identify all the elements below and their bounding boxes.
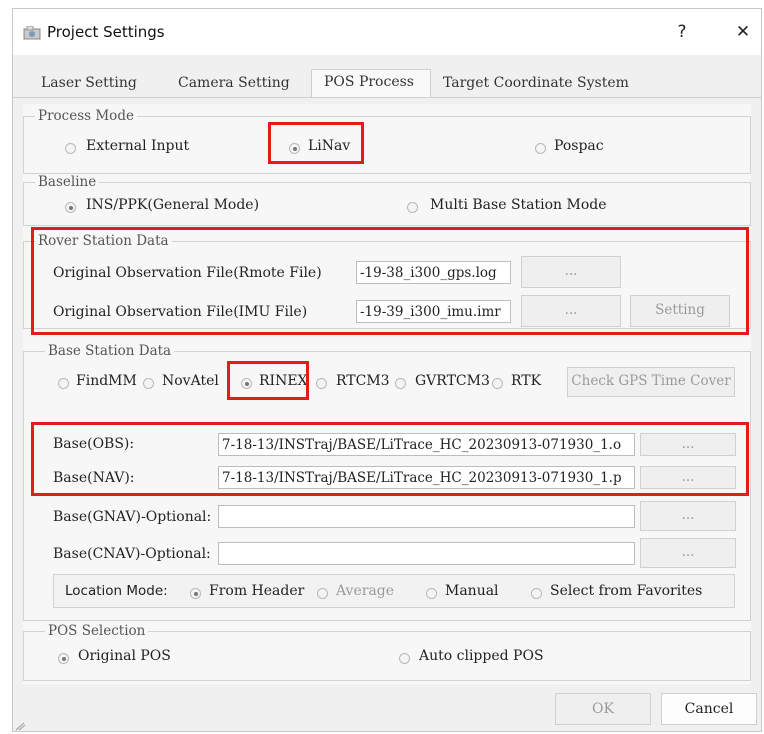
dialog-title: Project Settings xyxy=(47,23,165,41)
radio-select-favorites[interactable] xyxy=(531,588,542,599)
rinex-label: RINEX xyxy=(259,373,308,389)
tab-target-coordinate-system[interactable]: Target Coordinate System xyxy=(443,75,629,91)
radio-external-input[interactable] xyxy=(65,143,76,154)
base-obs-browse-button[interactable]: ... xyxy=(640,433,736,456)
gvrtcm3-label: GVRTCM3 xyxy=(415,373,490,389)
app-icon xyxy=(23,26,41,40)
resize-grip-icon[interactable] xyxy=(15,721,27,731)
base-obs-field[interactable]: 7-18-13/INSTraj/BASE/LiTrace_HC_20230913… xyxy=(218,433,635,456)
project-settings-dialog: Project Settings ? ✕ Laser Setting Camer… xyxy=(12,8,762,732)
tab-strip: Laser Setting Camera Setting POS Process… xyxy=(13,69,761,98)
auto-clipped-pos-label: Auto clipped POS xyxy=(419,648,544,664)
check-gps-time-cover-button[interactable]: Check GPS Time Cover xyxy=(567,367,735,397)
rover-obs-browse-button[interactable]: ... xyxy=(521,256,621,288)
findmm-label: FindMM xyxy=(76,373,137,389)
radio-from-header[interactable] xyxy=(190,588,201,599)
radio-rtcm3[interactable] xyxy=(316,378,327,389)
radio-manual[interactable] xyxy=(426,588,437,599)
location-mode-label: Location Mode: xyxy=(65,583,168,599)
pos-process-panel: Process Mode External Input LiNav Pospac… xyxy=(23,104,751,684)
base-cnav-label: Base(CNAV)-Optional: xyxy=(53,546,211,562)
baseline-legend: Baseline xyxy=(35,174,100,190)
radio-auto-clipped-pos[interactable] xyxy=(399,653,410,664)
radio-rinex[interactable] xyxy=(241,378,252,389)
radio-novatel[interactable] xyxy=(143,378,154,389)
base-cnav-browse-button[interactable]: ... xyxy=(640,538,736,568)
novatel-label: NovAtel xyxy=(162,373,219,389)
pospac-label: Pospac xyxy=(554,138,604,154)
radio-rtk[interactable] xyxy=(492,378,503,389)
radio-findmm[interactable] xyxy=(58,378,69,389)
rover-imu-field[interactable]: -19-39_i300_imu.imr xyxy=(356,300,511,323)
pos-selection-legend: POS Selection xyxy=(45,623,149,639)
radio-linav[interactable] xyxy=(289,143,300,154)
radio-multi-base[interactable] xyxy=(407,202,418,213)
base-gnav-browse-button[interactable]: ... xyxy=(640,501,736,531)
ins-ppk-label: INS/PPK(General Mode) xyxy=(86,197,260,213)
base-gnav-label: Base(GNAV)-Optional: xyxy=(53,509,212,525)
average-label: Average xyxy=(336,583,395,599)
external-input-label: External Input xyxy=(86,138,190,154)
rover-obs-field[interactable]: -19-38_i300_gps.log xyxy=(356,261,511,284)
cancel-button[interactable]: Cancel xyxy=(661,693,757,725)
radio-ins-ppk[interactable] xyxy=(65,202,76,213)
ok-button[interactable]: OK xyxy=(555,693,651,725)
title-bar: Project Settings ? ✕ xyxy=(13,9,761,55)
original-pos-label: Original POS xyxy=(78,648,171,664)
linav-label: LiNav xyxy=(308,138,351,154)
process-mode-legend: Process Mode xyxy=(35,108,137,124)
manual-label: Manual xyxy=(445,583,499,599)
rover-setting-button[interactable]: Setting xyxy=(630,295,730,327)
close-button[interactable]: ✕ xyxy=(728,19,758,45)
multi-base-label: Multi Base Station Mode xyxy=(430,197,607,213)
tab-laser-setting[interactable]: Laser Setting xyxy=(41,75,137,91)
rtcm3-label: RTCM3 xyxy=(336,373,390,389)
base-nav-browse-button[interactable]: ... xyxy=(640,466,736,489)
base-nav-label: Base(NAV): xyxy=(53,470,135,486)
rover-station-legend: Rover Station Data xyxy=(35,233,172,249)
base-obs-label: Base(OBS): xyxy=(53,436,135,452)
base-gnav-field[interactable] xyxy=(218,505,635,528)
tab-pos-process[interactable]: POS Process xyxy=(311,69,431,97)
from-header-label: From Header xyxy=(209,583,305,599)
help-button[interactable]: ? xyxy=(667,19,697,45)
rover-obs-label: Original Observation File(Rmote File) xyxy=(53,265,322,281)
select-favorites-label: Select from Favorites xyxy=(550,583,703,599)
radio-gvrtcm3[interactable] xyxy=(395,378,406,389)
rtk-label: RTK xyxy=(511,373,542,389)
base-cnav-field[interactable] xyxy=(218,542,635,565)
base-station-legend: Base Station Data xyxy=(45,343,175,359)
tab-camera-setting[interactable]: Camera Setting xyxy=(178,75,290,91)
rover-imu-browse-button[interactable]: ... xyxy=(521,295,621,327)
radio-pospac[interactable] xyxy=(535,143,546,154)
radio-original-pos[interactable] xyxy=(58,653,69,664)
base-nav-field[interactable]: 7-18-13/INSTraj/BASE/LiTrace_HC_20230913… xyxy=(218,466,635,489)
radio-average[interactable] xyxy=(317,588,328,599)
rover-imu-label: Original Observation File(IMU File) xyxy=(53,304,308,320)
